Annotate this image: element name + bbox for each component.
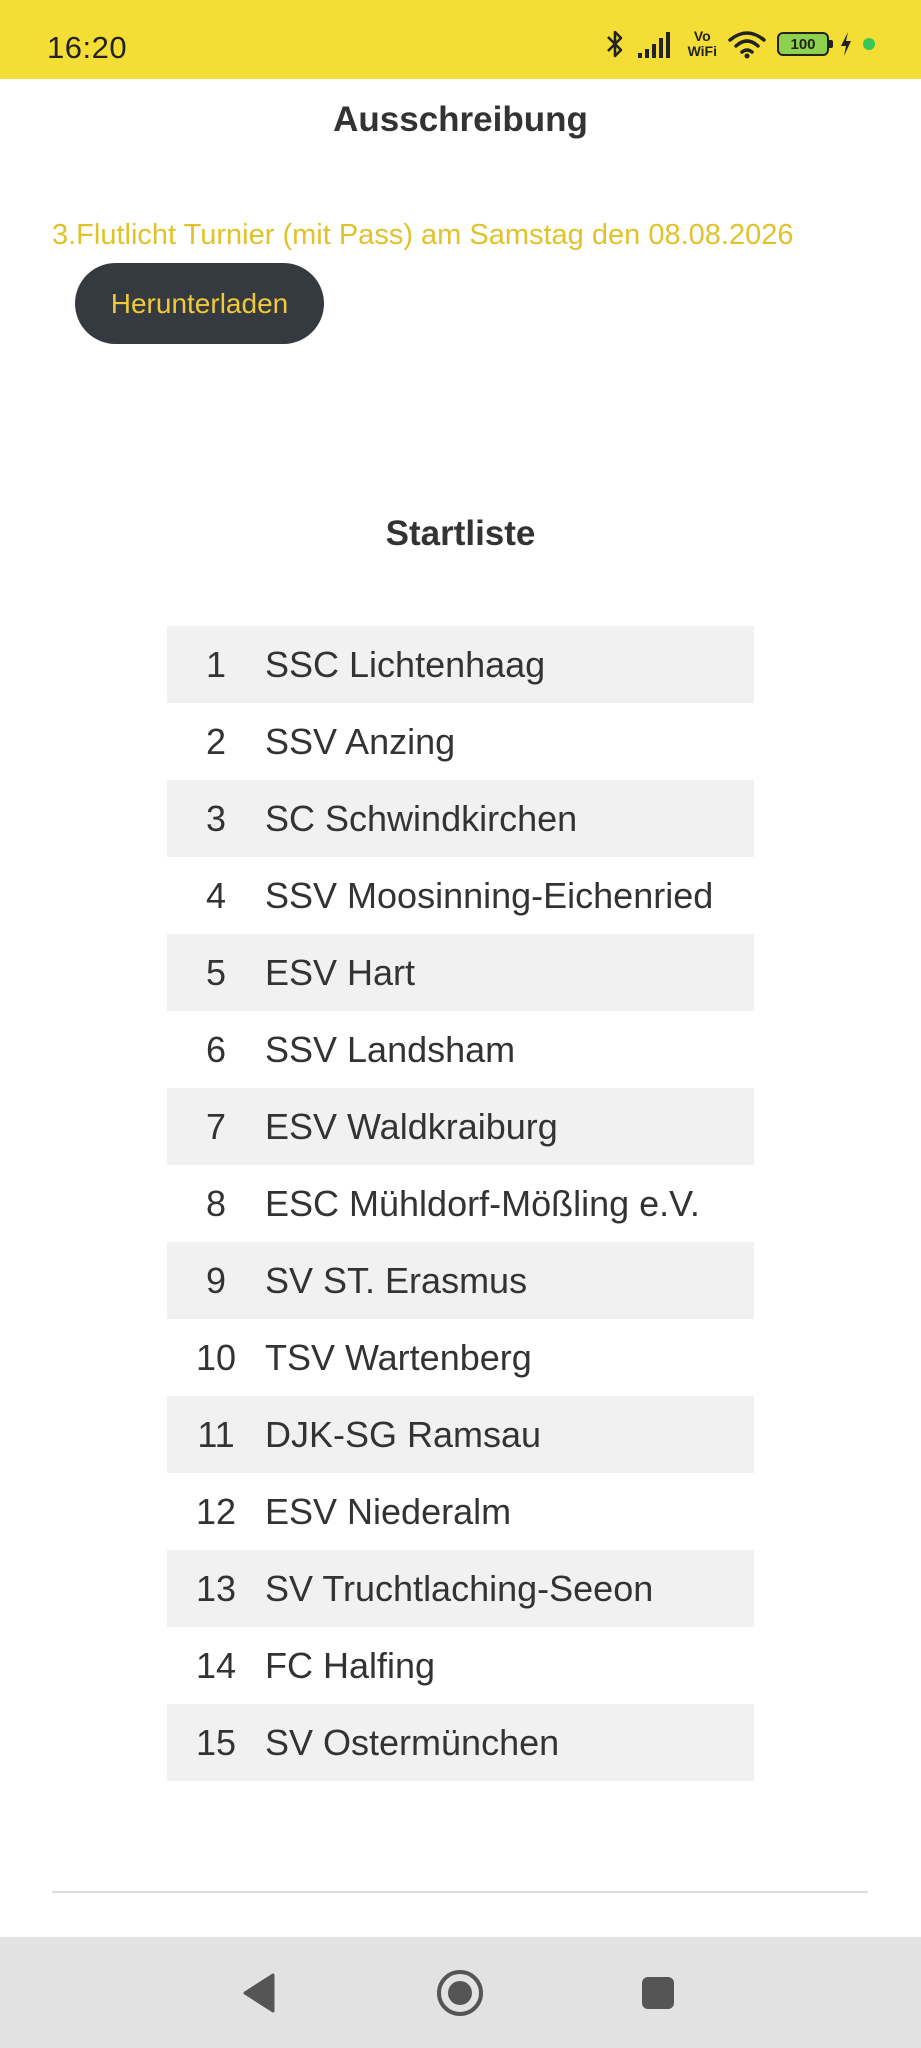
vowifi-icon: Vo WiFi (688, 29, 717, 59)
tournament-announcement: 3.Flutlicht Turnier (mit Pass) am Samsta… (52, 219, 794, 251)
row-club-name: ESC Mühldorf-Mößling e.V. (265, 1182, 700, 1224)
divider (52, 1891, 868, 1893)
bluetooth-icon (606, 30, 622, 58)
row-number: 2 (205, 720, 227, 762)
back-button[interactable] (232, 1965, 288, 2021)
startlist-row: 11 DJK-SG Ramsau (167, 1396, 754, 1473)
battery-icon: 100 (777, 32, 833, 56)
status-bar: 16:20 Vo WiFi 100 (0, 0, 921, 79)
row-number: 7 (205, 1105, 227, 1147)
status-time: 16:20 (47, 30, 128, 65)
row-club-name: SV Truchtlaching-Seeon (265, 1567, 654, 1609)
row-number: 11 (197, 1413, 235, 1455)
wifi-icon (728, 31, 766, 59)
startlist-row: 3 SC Schwindkirchen (167, 780, 754, 857)
row-club-name: TSV Wartenberg (265, 1336, 532, 1378)
row-club-name: SSV Moosinning-Eichenried (265, 874, 714, 916)
home-icon (437, 1970, 483, 2016)
row-number: 13 (195, 1567, 237, 1609)
row-club-name: SSC Lichtenhaag (265, 643, 546, 685)
startlist-row: 6 SSV Landsham (167, 1011, 754, 1088)
row-number: 8 (205, 1182, 227, 1224)
vowifi-bottom-label: WiFi (687, 43, 717, 59)
row-number: 4 (205, 874, 227, 916)
row-club-name: DJK-SG Ramsau (265, 1413, 542, 1455)
row-club-name: ESV Niederalm (265, 1490, 512, 1532)
startlist-row: 15 SV Ostermünchen (167, 1704, 754, 1781)
row-club-name: SV ST. Erasmus (265, 1259, 528, 1301)
row-club-name: ESV Hart (265, 951, 416, 993)
startlist-row: 13 SV Truchtlaching-Seeon (167, 1550, 754, 1627)
row-club-name: ESV Waldkraiburg (265, 1105, 558, 1147)
download-button[interactable]: Herunterladen (75, 263, 324, 344)
battery-level: 100 (790, 35, 816, 53)
row-club-name: SSV Landsham (265, 1028, 516, 1070)
startlist-row: 10 TSV Wartenberg (167, 1319, 754, 1396)
row-number: 9 (205, 1259, 227, 1301)
startlist-row: 2 SSV Anzing (167, 703, 754, 780)
row-number: 14 (195, 1644, 237, 1686)
row-club-name: SC Schwindkirchen (265, 797, 578, 839)
startlist-row: 4 SSV Moosinning-Eichenried (167, 857, 754, 934)
startlist-title: Startliste (385, 514, 536, 553)
home-button[interactable] (432, 1965, 488, 2021)
status-icons: Vo WiFi 100 (604, 24, 875, 64)
signal-icon (637, 32, 670, 58)
startlist-row: 8 ESC Mühldorf-Mößling e.V. (167, 1165, 754, 1242)
back-icon (243, 1973, 275, 2013)
page-title: Ausschreibung (333, 100, 588, 139)
navigation-bar (0, 1937, 921, 2048)
charging-icon (841, 32, 851, 56)
row-number: 1 (205, 643, 227, 685)
row-number: 6 (205, 1028, 227, 1070)
row-club-name: SSV Anzing (265, 720, 456, 762)
startlist-row: 12 ESV Niederalm (167, 1473, 754, 1550)
row-number: 3 (205, 797, 227, 839)
startlist-row: 14 FC Halfing (167, 1627, 754, 1704)
recent-apps-icon (642, 1977, 674, 2009)
row-number: 10 (195, 1336, 237, 1378)
row-club-name: SV Ostermünchen (265, 1721, 560, 1763)
vowifi-top-label: Vo (693, 28, 711, 44)
row-number: 5 (205, 951, 227, 993)
startlist-row: 7 ESV Waldkraiburg (167, 1088, 754, 1165)
startlist-row: 5 ESV Hart (167, 934, 754, 1011)
recent-apps-button[interactable] (630, 1965, 686, 2021)
startlist-row: 9 SV ST. Erasmus (167, 1242, 754, 1319)
startlist-table: 1 SSC Lichtenhaag 2 SSV Anzing 3 SC Schwind… (167, 626, 754, 1781)
privacy-indicator-dot (863, 38, 875, 50)
row-number: 12 (195, 1490, 237, 1532)
startlist-row: 1 SSC Lichtenhaag (167, 626, 754, 703)
row-number: 15 (195, 1721, 237, 1763)
row-club-name: FC Halfing (265, 1644, 436, 1686)
